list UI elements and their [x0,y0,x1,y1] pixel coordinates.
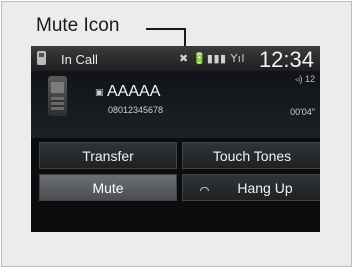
handset-icon [48,76,67,116]
mute-button[interactable]: Mute [39,174,177,201]
status-title: In Call [61,52,98,67]
call-info: ▣ AAAAA 08012345678 ◃) 12 00'04" [31,71,320,138]
status-icons: ✖ 🔋▮▮▮ Yıl [179,52,245,65]
phone-icon [37,51,46,65]
contact-name: AAAAA [107,83,161,100]
transfer-button[interactable]: Transfer [39,142,177,169]
touch-tones-button[interactable]: Touch Tones [182,142,320,169]
call-duration: 00'04" [290,107,315,117]
callout-leader-line [146,28,185,30]
clock: 12:34 [258,47,314,72]
status-bar: In Call ✖ 🔋▮▮▮ Yıl 12:34 [31,46,320,72]
phone-screen: In Call ✖ 🔋▮▮▮ Yıl 12:34 ▣ AAAAA 0801234… [31,46,320,232]
volume-indicator: ◃) 12 [294,74,315,84]
contact-type-icon: ▣ [95,88,104,98]
callout-leader-line-vertical [184,28,186,46]
hang-up-label: Hang Up [237,180,293,196]
callout-label: Mute Icon [36,15,120,36]
contact-number: 08012345678 [108,105,164,115]
hang-up-button[interactable]: Hang Up [182,174,320,201]
